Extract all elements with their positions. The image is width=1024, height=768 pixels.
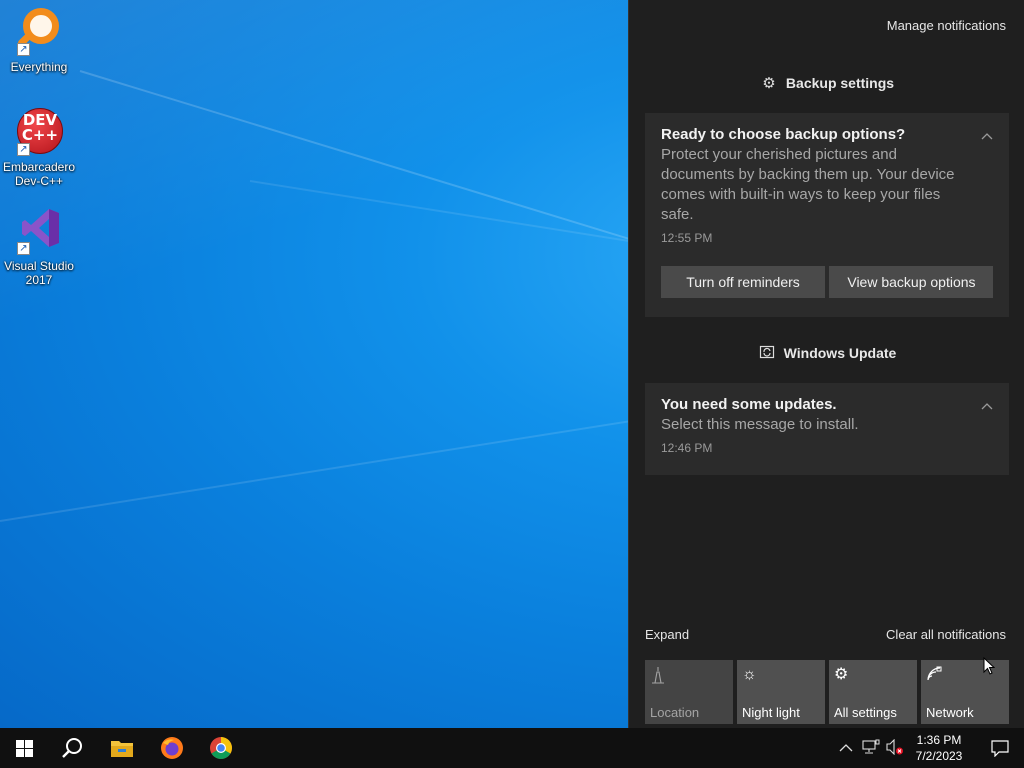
toast-body: Protect your cherished pictures and docu…	[661, 146, 955, 223]
windows-update-icon	[758, 344, 776, 362]
toast-body: Select this message to install.	[661, 416, 859, 433]
view-backup-options-button[interactable]: View backup options	[829, 266, 994, 298]
network-tray-button[interactable]	[862, 739, 880, 758]
group-header-label: Windows Update	[783, 345, 897, 361]
volume-muted-icon	[886, 738, 903, 756]
turn-off-reminders-button[interactable]: Turn off reminders	[661, 266, 825, 298]
clock-date: 7/2/2023	[915, 749, 963, 763]
chrome-icon	[210, 737, 232, 759]
toast-timestamp: 12:46 PM	[661, 441, 713, 455]
chevron-up-icon	[839, 744, 853, 752]
devcpp-logo-text: DEV C++	[21, 111, 59, 144]
quick-action-label: Night light	[742, 705, 800, 720]
desktop-icon-visual-studio[interactable]: ↗ Visual Studio 2017	[0, 205, 78, 287]
toast-timestamp: 12:55 PM	[661, 231, 713, 245]
gear-icon: ⚙	[762, 75, 776, 92]
quick-action-label: Location	[650, 705, 700, 720]
notification-group-header-windows-update[interactable]: Windows Update	[629, 344, 1024, 362]
quick-action-network[interactable]: Network	[921, 660, 1009, 724]
toast-title: Ready to choose backup options?	[661, 126, 906, 143]
mouse-cursor-icon	[983, 657, 995, 675]
action-center-button[interactable]	[976, 728, 1024, 768]
notification-group-header-backup[interactable]: ⚙ Backup settings	[629, 74, 1024, 92]
notification-toast-windows-update[interactable]: You need some updates. Select this messa…	[645, 383, 1009, 475]
toast-title: You need some updates.	[661, 396, 837, 413]
quick-action-label: All settings	[834, 705, 897, 720]
desktop-icon-label: Visual Studio 2017	[4, 259, 74, 287]
desktop-icon-label: Everything	[10, 60, 68, 74]
start-button[interactable]	[0, 728, 48, 768]
firefox-icon	[161, 737, 183, 759]
night-light-icon: ☼	[742, 666, 757, 683]
quick-action-location[interactable]: Location	[645, 660, 733, 724]
clear-all-notifications-link[interactable]: Clear all notifications	[886, 627, 1006, 642]
taskbar-firefox[interactable]	[148, 728, 196, 768]
start-icon	[15, 739, 33, 757]
network-tray-icon	[862, 739, 880, 754]
devcpp-icon: DEV C++ ↗	[13, 106, 65, 158]
desktop-icon-everything[interactable]: ↗ Everything	[0, 6, 78, 74]
notification-icon	[991, 739, 1009, 757]
desktop-icon-label: Embarcadero Dev-C++	[2, 160, 76, 188]
quick-action-all-settings[interactable]: ⚙ All settings	[829, 660, 917, 724]
volume-tray-button[interactable]	[886, 738, 904, 758]
file-explorer-icon	[111, 741, 133, 757]
desktop-icon-devcpp[interactable]: DEV C++ ↗ Embarcadero Dev-C++	[0, 106, 78, 188]
taskbar-clock[interactable]: 1:36 PM 7/2/2023	[910, 732, 968, 764]
everything-icon: ↗	[13, 6, 65, 58]
taskbar: 1:36 PM 7/2/2023	[0, 728, 1024, 768]
shortcut-arrow-icon: ↗	[17, 43, 30, 56]
shortcut-arrow-icon: ↗	[17, 242, 30, 255]
clock-time: 1:36 PM	[916, 733, 962, 747]
quick-action-night-light[interactable]: ☼ Night light	[737, 660, 825, 724]
action-center-panel: Manage notifications ⚙ Backup settings Re…	[628, 0, 1024, 728]
show-hidden-icons-button[interactable]	[839, 740, 853, 756]
expand-link[interactable]: Expand	[645, 627, 689, 642]
quick-action-label: Network	[926, 705, 974, 720]
manage-notifications-link[interactable]: Manage notifications	[887, 18, 1006, 33]
search-button[interactable]	[48, 728, 96, 768]
taskbar-file-explorer[interactable]	[98, 728, 146, 768]
collapse-chevron-up-icon[interactable]	[981, 397, 995, 411]
notification-toast-backup[interactable]: Ready to choose backup options? Protect …	[645, 113, 1009, 317]
gear-icon: ⚙	[834, 666, 849, 683]
collapse-chevron-up-icon[interactable]	[981, 127, 995, 141]
shortcut-arrow-icon: ↗	[17, 143, 30, 156]
search-icon	[62, 738, 82, 758]
group-header-label: Backup settings	[785, 75, 895, 91]
visual-studio-icon: ↗	[13, 205, 65, 257]
taskbar-chrome[interactable]	[197, 728, 245, 768]
location-icon	[650, 666, 728, 688]
